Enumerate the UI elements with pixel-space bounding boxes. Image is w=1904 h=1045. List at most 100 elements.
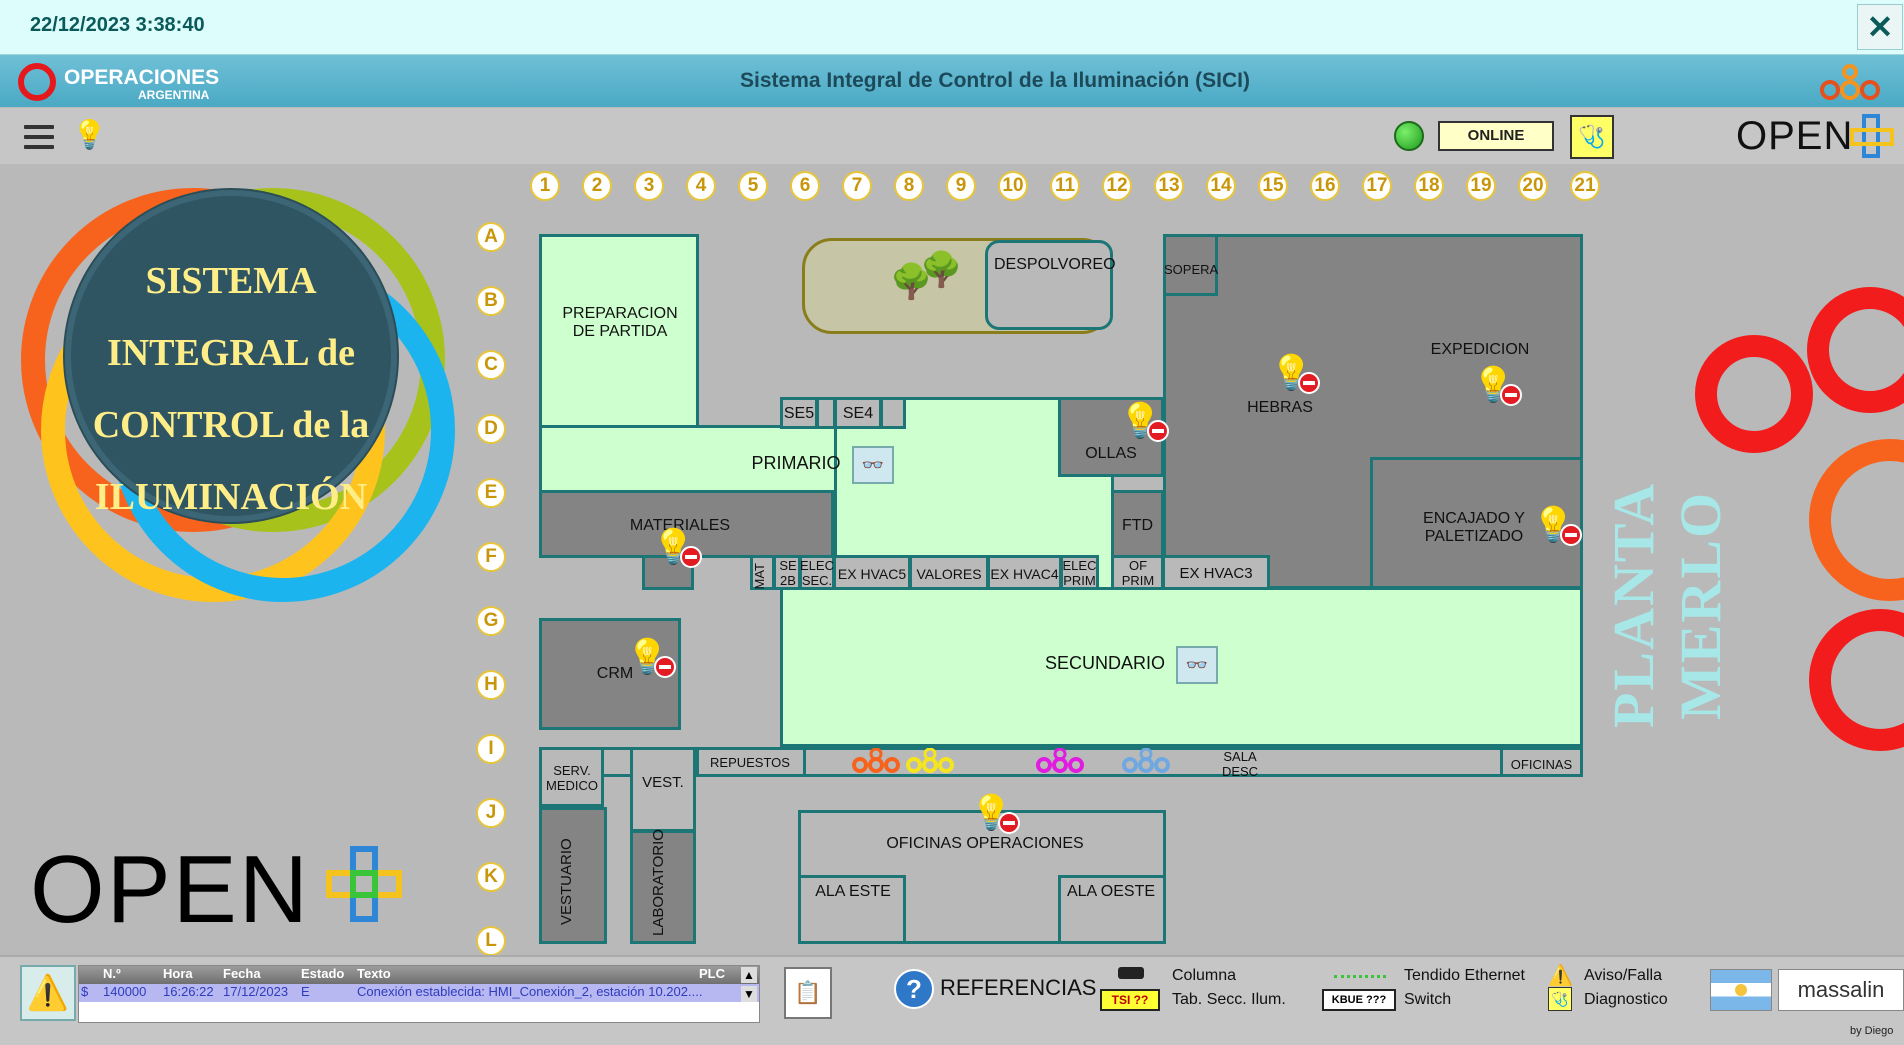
label-valores: VALORES <box>916 566 982 582</box>
column-marker[interactable]: 19 <box>1466 171 1496 201</box>
row-marker[interactable]: H <box>476 670 506 700</box>
col-num: N.º <box>103 966 121 981</box>
row-marker[interactable]: E <box>476 478 506 508</box>
cell-se-mid[interactable] <box>816 397 836 429</box>
column-marker[interactable]: 2 <box>582 171 612 201</box>
column-marker[interactable]: 8 <box>894 171 924 201</box>
column-marker[interactable]: 3 <box>634 171 664 201</box>
row-marker[interactable]: K <box>476 862 506 892</box>
cell-se-end[interactable] <box>880 397 906 429</box>
label-prep: PREPARACION DE PARTIDA <box>562 305 678 340</box>
lamp-alarm-icon[interactable]: 💡 <box>1119 404 1170 442</box>
switch-orange-icon[interactable] <box>850 748 902 774</box>
row-marker[interactable]: B <box>476 286 506 316</box>
column-marker[interactable]: 4 <box>686 171 716 201</box>
warning-icon: ⚠️ <box>1548 965 1573 987</box>
column-marker[interactable]: 15 <box>1258 171 1288 201</box>
legend-columna: Columna <box>1172 967 1237 984</box>
label-se5: SE5 <box>783 405 815 422</box>
referencias-button[interactable]: ? REFERENCIAS <box>894 969 1096 1009</box>
diagnostic-legend-icon: 🩺 <box>1548 987 1572 1011</box>
row-marker[interactable]: A <box>476 222 506 252</box>
area-despolvoreo[interactable] <box>985 240 1113 330</box>
switch-blue-icon[interactable] <box>1120 748 1172 774</box>
label-ex-hvac3: EX HVAC3 <box>1179 565 1253 582</box>
column-marker[interactable]: 1 <box>530 171 560 201</box>
label-ala-este: ALA ESTE <box>815 883 891 900</box>
column-marker[interactable]: 16 <box>1310 171 1340 201</box>
label-primario: PRIMARIO <box>751 453 841 473</box>
lamp-alarm-icon[interactable]: 💡 <box>970 796 1021 834</box>
column-marker[interactable]: 21 <box>1570 171 1600 201</box>
label-of-prim: OF PRIM <box>1121 558 1155 588</box>
alarm-row[interactable]: $ 140000 16:26:22 17/12/2023 E Conexión … <box>79 984 759 1002</box>
switch-magenta-icon[interactable] <box>1034 748 1086 774</box>
label-ollas: OLLAS <box>1085 445 1137 462</box>
col-hora: Hora <box>163 966 193 981</box>
label-repuestos: REPUESTOS <box>710 755 790 770</box>
lamp-alarm-icon[interactable]: 💡 <box>1532 508 1583 546</box>
tree-icon: 🌳 <box>920 251 963 289</box>
alarm-fecha: 17/12/2023 <box>223 984 289 999</box>
view-secundario-button[interactable]: 👓 <box>1176 646 1218 684</box>
alarm-texto: Conexión establecida: HMI_Conexión_2, es… <box>357 984 703 999</box>
lamp-alarm-icon[interactable]: 💡 <box>652 530 703 568</box>
alarm-warning-button[interactable]: ⚠️ <box>20 965 76 1021</box>
column-marker[interactable]: 10 <box>998 171 1028 201</box>
label-ftd: FTD <box>1121 517 1154 534</box>
label-ex-hvac4: EX HVAC4 <box>990 566 1059 582</box>
column-marker[interactable]: 17 <box>1362 171 1392 201</box>
column-marker[interactable]: 12 <box>1102 171 1132 201</box>
alarm-table-header: N.º Hora Fecha Estado Texto PLC <box>79 966 759 984</box>
row-marker[interactable]: J <box>476 798 506 828</box>
label-expedicion: EXPEDICION <box>1430 341 1530 358</box>
legend-tab-secc: Tab. Secc. Ilum. <box>1172 991 1286 1008</box>
alarm-num: 140000 <box>103 984 147 999</box>
scroll-up-button[interactable]: ▲ <box>741 967 757 983</box>
col-plc: PLC <box>699 966 725 981</box>
alarm-estado: E <box>301 984 310 999</box>
label-hebras: HEBRAS <box>1247 399 1313 416</box>
legend-tendido: Tendido Ethernet <box>1404 967 1525 984</box>
lamp-alarm-icon[interactable]: 💡 <box>1270 356 1321 394</box>
export-button[interactable]: 📋 <box>784 967 832 1019</box>
col-texto: Texto <box>357 966 391 981</box>
column-marker[interactable]: 5 <box>738 171 768 201</box>
legend-aviso: Aviso/Falla <box>1584 967 1662 984</box>
label-elec-prim: ELEC PRIM <box>1062 558 1097 588</box>
column-marker[interactable]: 6 <box>790 171 820 201</box>
row-marker[interactable]: G <box>476 606 506 636</box>
column-marker[interactable]: 14 <box>1206 171 1236 201</box>
column-marker[interactable]: 9 <box>946 171 976 201</box>
column-marker[interactable]: 11 <box>1050 171 1080 201</box>
column-marker[interactable]: 13 <box>1154 171 1184 201</box>
lamp-alarm-icon[interactable]: 💡 <box>1472 368 1523 406</box>
label-encajado: ENCAJADO Y PALETIZADO <box>1423 510 1525 545</box>
lamp-alarm-icon[interactable]: 💡 <box>626 640 677 678</box>
help-icon: ? <box>894 969 934 1009</box>
label-sopera: SOPERA <box>1164 262 1219 277</box>
row-marker[interactable]: D <box>476 414 506 444</box>
row-marker[interactable]: F <box>476 542 506 572</box>
label-laboratorio: LABORATORIO <box>650 829 667 936</box>
switch-yellow-icon[interactable] <box>904 748 956 774</box>
row-marker[interactable]: C <box>476 350 506 380</box>
label-despolvoreo: DESPOLVOREO <box>994 256 1116 273</box>
scroll-down-button[interactable]: ▼ <box>741 986 757 1002</box>
row-marker[interactable]: I <box>476 734 506 764</box>
label-se2b: SE 2B <box>779 558 797 588</box>
column-marker[interactable]: 18 <box>1414 171 1444 201</box>
legend-tsi-badge: TSI ?? <box>1100 989 1160 1011</box>
column-marker[interactable]: 20 <box>1518 171 1548 201</box>
view-primario-button[interactable]: 👓 <box>852 446 894 484</box>
legend-kbue-badge: KBUE ??? <box>1322 989 1396 1011</box>
alarm-table: N.º Hora Fecha Estado Texto PLC $ 140000… <box>78 965 760 1023</box>
label-se4: SE4 <box>842 405 874 422</box>
label-elec-sec: ELEC SEC. <box>800 558 834 588</box>
label-oficinas: OFICINAS <box>1510 757 1573 772</box>
column-marker[interactable]: 7 <box>842 171 872 201</box>
row-marker[interactable]: L <box>476 926 506 956</box>
label-secundario: SECUNDARIO <box>1044 653 1165 673</box>
status-bar: ⚠️ N.º Hora Fecha Estado Texto PLC $ 140… <box>0 955 1904 1045</box>
column-legend-icon <box>1118 967 1144 979</box>
